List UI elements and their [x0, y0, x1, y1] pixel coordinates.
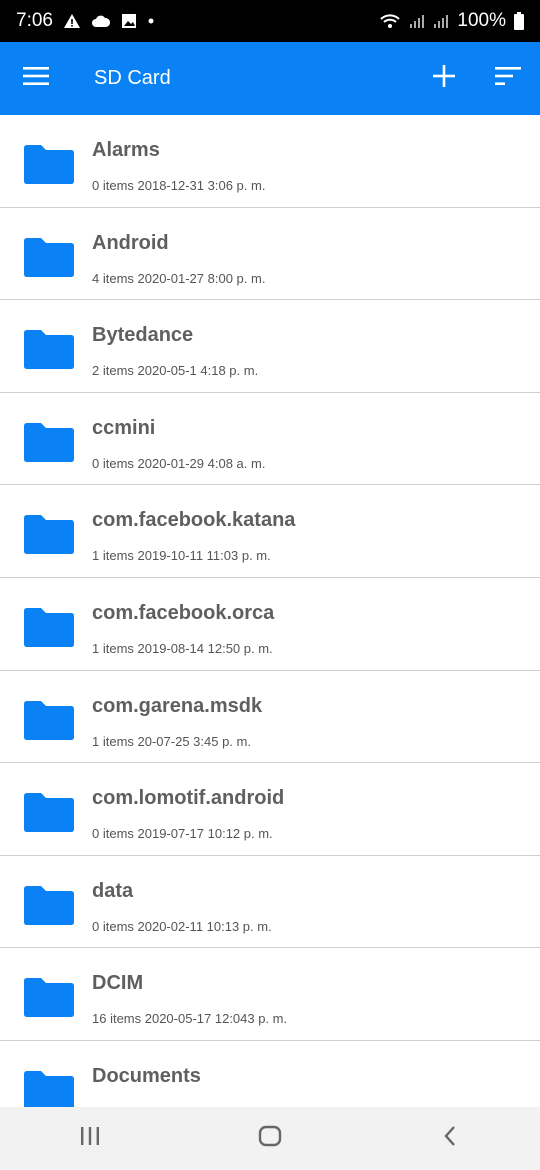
folder-icon — [24, 514, 74, 555]
file-name: Bytedance — [92, 324, 194, 347]
file-name: Documents — [92, 1064, 201, 1087]
folder-icon — [24, 977, 74, 1018]
hamburger-icon — [23, 66, 49, 91]
list-item[interactable]: Bytedance 2 items 2020-05-1 4:18 p. m. — [0, 300, 540, 393]
folder-icon — [24, 329, 74, 370]
folder-icon — [24, 1070, 74, 1107]
list-item[interactable]: Alarms 0 items 2018-12-31 3:06 p. m. — [0, 115, 540, 208]
list-item[interactable]: com.facebook.katana 1 items 2019-10-11 11… — [0, 485, 540, 578]
file-meta: 0 items 2019-07-17 10:12 p. m. — [92, 826, 273, 842]
file-meta: 2 items 2020-05-1 4:18 p. m. — [92, 363, 259, 379]
folder-icon — [24, 792, 74, 833]
plus-icon — [433, 65, 455, 92]
list-item[interactable]: com.facebook.orca 1 items 2019-08-14 12:5… — [0, 578, 540, 671]
file-meta: 1 items 20-07-25 3:45 p. m. — [92, 733, 251, 749]
wifi-icon — [379, 13, 401, 29]
home-button[interactable] — [210, 1107, 330, 1170]
file-meta: 1 items 2019-08-14 12:50 p. m. — [92, 640, 273, 656]
home-icon — [258, 1125, 282, 1152]
battery-icon — [514, 12, 524, 30]
cloud-icon — [91, 14, 111, 28]
folder-icon — [24, 885, 74, 925]
folder-icon — [24, 700, 74, 740]
page-title: SD Card — [94, 67, 171, 89]
file-name: com.lomotif.android — [92, 787, 285, 810]
folder-icon — [24, 422, 74, 462]
list-item[interactable]: ccmini 0 items 2020-01-29 4:08 a. m. — [0, 393, 540, 486]
recent-apps-button[interactable] — [30, 1107, 150, 1170]
folder-icon — [24, 237, 74, 277]
notification-dot-icon — [147, 17, 155, 25]
file-meta: 4 items 2020-01-27 8:00 p. m. — [92, 270, 266, 286]
navigation-bar — [0, 1107, 540, 1170]
status-time: 7:06 — [16, 10, 53, 31]
list-item[interactable]: com.garena.msdk 1 items 20-07-25 3:45 p. … — [0, 671, 540, 764]
file-meta: 0 items 2020-01-29 4:08 a. m. — [92, 455, 266, 471]
file-name: DCIM — [92, 972, 144, 995]
file-name: Android — [92, 231, 169, 254]
list-item[interactable]: Documents — [0, 1041, 540, 1107]
folder-icon — [24, 607, 74, 647]
app-bar: SD Card — [0, 42, 540, 115]
menu-button[interactable] — [0, 42, 72, 115]
battery-percent: 100% — [457, 10, 506, 31]
list-item[interactable]: DCIM 16 items 2020-05-17 12:043 p. m. — [0, 948, 540, 1041]
back-button[interactable] — [390, 1107, 510, 1170]
file-name: com.facebook.katana — [92, 509, 296, 532]
file-name: com.garena.msdk — [92, 694, 263, 717]
image-icon — [121, 13, 137, 29]
sort-button[interactable] — [476, 42, 540, 115]
file-name: Alarms — [92, 139, 160, 161]
add-button[interactable] — [412, 42, 476, 115]
file-name: data — [92, 879, 134, 902]
signal-icon — [409, 13, 425, 29]
status-bar: 7:06 100% — [0, 0, 540, 42]
file-name: com.facebook.orca — [92, 601, 275, 624]
sort-icon — [495, 66, 521, 91]
list-item[interactable]: com.lomotif.android 0 items 2019-07-17 10… — [0, 763, 540, 856]
file-meta: 0 items 2018-12-31 3:06 p. m. — [92, 178, 266, 193]
file-meta: 16 items 2020-05-17 12:043 p. m. — [92, 1011, 288, 1027]
file-list[interactable]: Alarms 0 items 2018-12-31 3:06 p. m. Andro… — [0, 115, 540, 1107]
folder-icon — [24, 144, 74, 184]
list-item[interactable]: data 0 items 2020-02-11 10:13 p. m. — [0, 856, 540, 949]
warning-icon — [63, 13, 81, 29]
signal-2-icon — [433, 13, 449, 29]
list-item[interactable]: Android 4 items 2020-01-27 8:00 p. m. — [0, 208, 540, 301]
file-name: ccmini — [92, 416, 156, 439]
file-meta: 0 items 2020-02-11 10:13 p. m. — [92, 918, 272, 934]
recent-apps-icon — [79, 1126, 101, 1151]
back-icon — [442, 1125, 458, 1152]
file-meta: 1 items 2019-10-11 11:03 p. m. — [92, 548, 271, 564]
